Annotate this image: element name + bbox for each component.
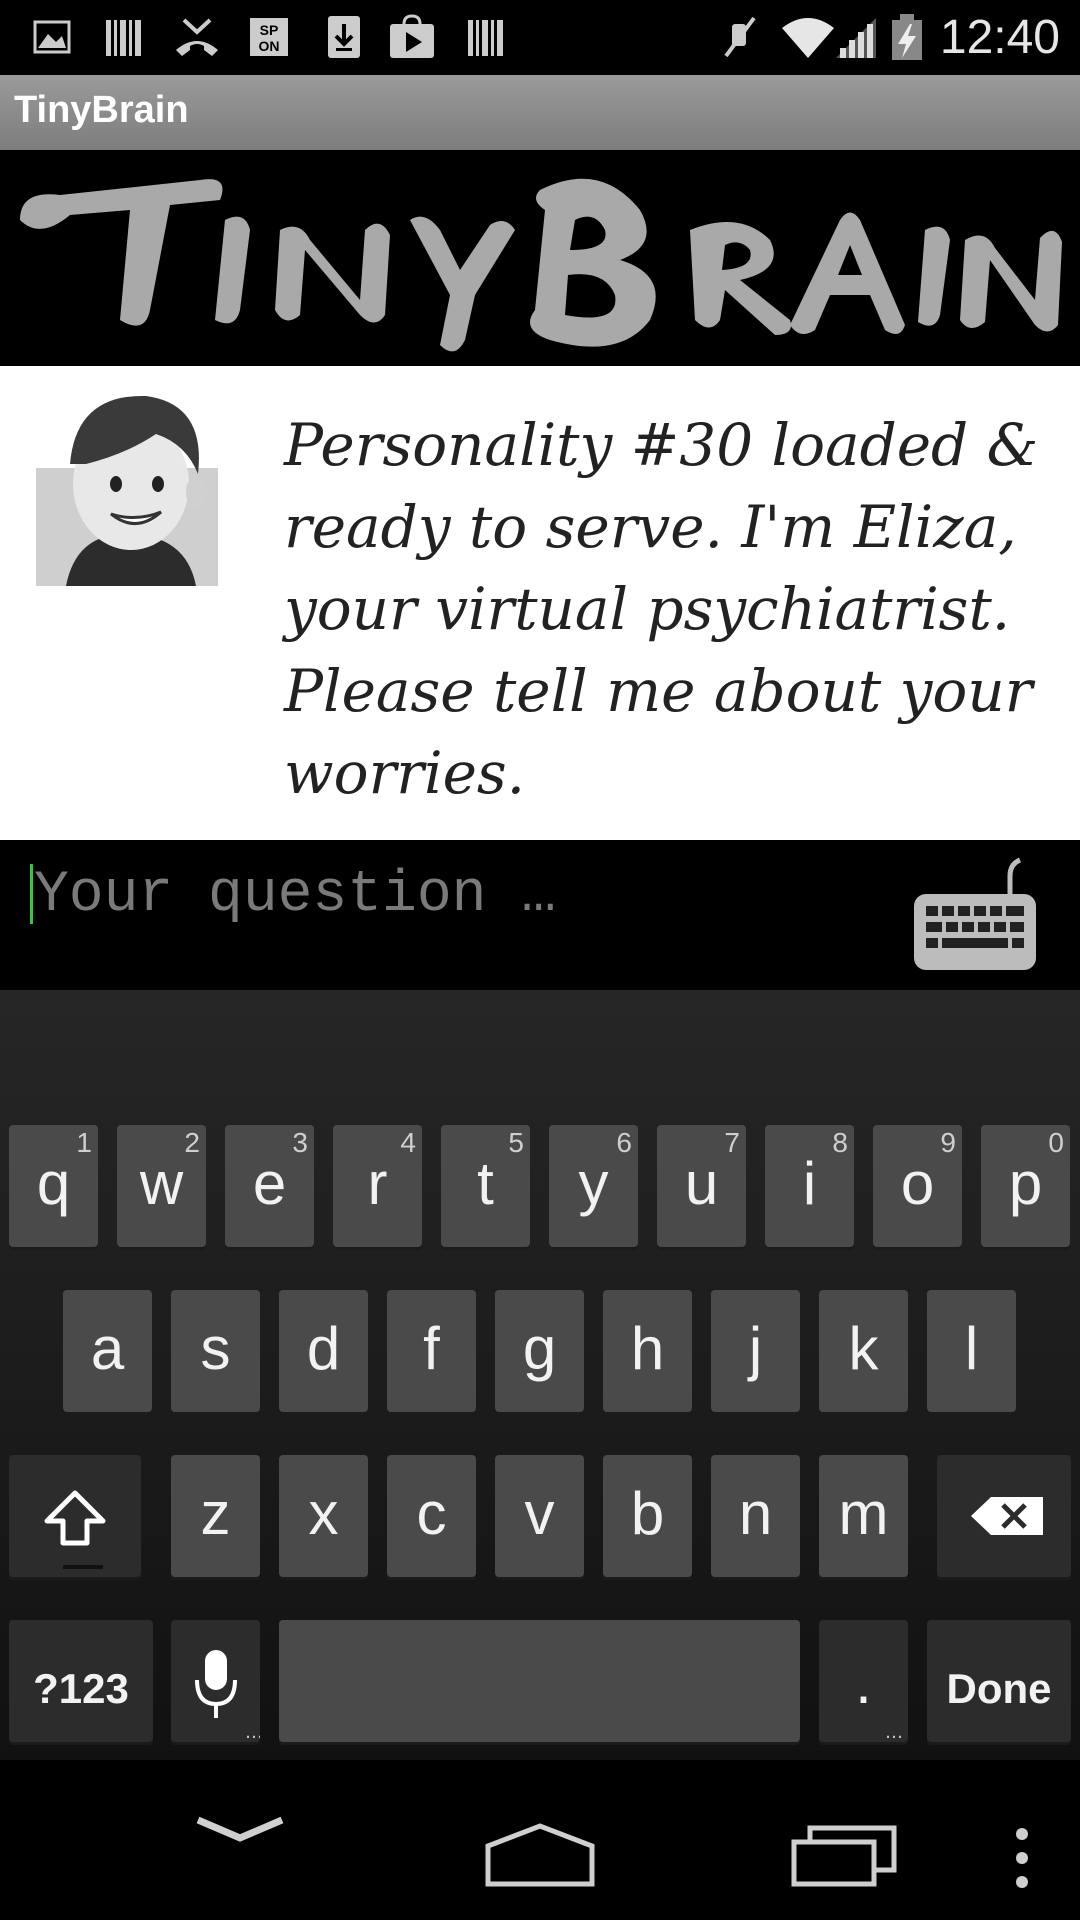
key-v[interactable]: v (495, 1455, 584, 1577)
barcode-icon (468, 20, 503, 56)
key-g[interactable]: g (495, 1290, 584, 1412)
key-b[interactable]: b (603, 1455, 692, 1577)
period-key[interactable]: . … (819, 1620, 908, 1742)
key-f[interactable]: f (387, 1290, 476, 1412)
key-e[interactable]: 3e (225, 1125, 314, 1247)
key-a[interactable]: a (63, 1290, 152, 1412)
done-key[interactable]: Done (927, 1620, 1071, 1742)
key-n[interactable]: n (711, 1455, 800, 1577)
wifi-icon (782, 18, 834, 58)
key-x[interactable]: x (279, 1455, 368, 1577)
keyboard-icon[interactable] (912, 854, 1038, 972)
key-r[interactable]: 4r (333, 1125, 422, 1247)
shift-key[interactable] (9, 1455, 141, 1577)
key-p[interactable]: 0p (981, 1125, 1070, 1247)
backspace-key[interactable] (937, 1455, 1071, 1577)
banner (0, 150, 1080, 366)
key-y[interactable]: 6y (549, 1125, 638, 1247)
svg-text:…: … (885, 1722, 903, 1742)
bot-message: Personality #30 loaded & ready to serve.… (284, 411, 1039, 807)
play-store-icon (390, 14, 434, 58)
key-d[interactable]: d (279, 1290, 368, 1412)
svg-text:ON: ON (259, 38, 280, 54)
mute-icon (724, 16, 756, 58)
missed-call-icon (176, 18, 218, 56)
question-input[interactable] (34, 860, 854, 930)
key-q[interactable]: 1q (9, 1125, 98, 1247)
spon-icon: SP ON (250, 18, 288, 56)
status-bar: SP ON 12:40 (0, 0, 1080, 75)
menu-icon[interactable] (1010, 1824, 1034, 1894)
key-c[interactable]: c (387, 1455, 476, 1577)
key-w[interactable]: 2w (117, 1125, 206, 1247)
battery-charging-icon (892, 14, 922, 60)
key-l[interactable]: l (927, 1290, 1016, 1412)
clock: 12:40 (939, 11, 1060, 64)
svg-text:SP: SP (260, 22, 279, 38)
eliza-avatar (36, 395, 218, 586)
recents-icon[interactable] (790, 1820, 900, 1890)
more-dots-icon: … (885, 1722, 903, 1742)
mic-key[interactable]: … (171, 1620, 263, 1743)
backspace-icon (971, 1497, 1043, 1535)
key-s[interactable]: s (171, 1290, 260, 1412)
text-cursor (30, 864, 33, 924)
key-t[interactable]: 5t (441, 1125, 530, 1247)
key-h[interactable]: h (603, 1290, 692, 1412)
key-k[interactable]: k (819, 1290, 908, 1412)
key-u[interactable]: 7u (657, 1125, 746, 1247)
shift-icon (44, 1490, 106, 1569)
key-m[interactable]: m (819, 1455, 908, 1577)
hide-keyboard-icon[interactable] (190, 1800, 290, 1860)
key-j[interactable]: j (711, 1290, 800, 1412)
home-icon[interactable] (484, 1820, 596, 1890)
space-key[interactable] (279, 1620, 800, 1742)
tinybrain-logo (20, 178, 1062, 352)
chat-area: Personality #30 loaded & ready to serve.… (0, 366, 1080, 840)
key-i[interactable]: 8i (765, 1125, 854, 1247)
key-z[interactable]: z (171, 1455, 260, 1577)
app-bar: TinyBrain (0, 75, 1080, 150)
svg-text:…: … (245, 1722, 260, 1742)
signal-icon (836, 18, 876, 58)
mic-icon: … (195, 1650, 263, 1743)
key-o[interactable]: 9o (873, 1125, 962, 1247)
download-icon (328, 16, 360, 58)
input-row (0, 840, 1080, 990)
soft-keyboard: 1q 2w 3e 4r 5t 6y 7u 8i 9o 0p a s d f g … (0, 990, 1080, 1760)
image-icon (33, 20, 71, 54)
nav-bar (0, 1760, 1080, 1920)
app-title: TinyBrain (14, 89, 189, 131)
barcode-icon (106, 20, 141, 56)
symbols-key[interactable]: ?123 (9, 1620, 153, 1742)
